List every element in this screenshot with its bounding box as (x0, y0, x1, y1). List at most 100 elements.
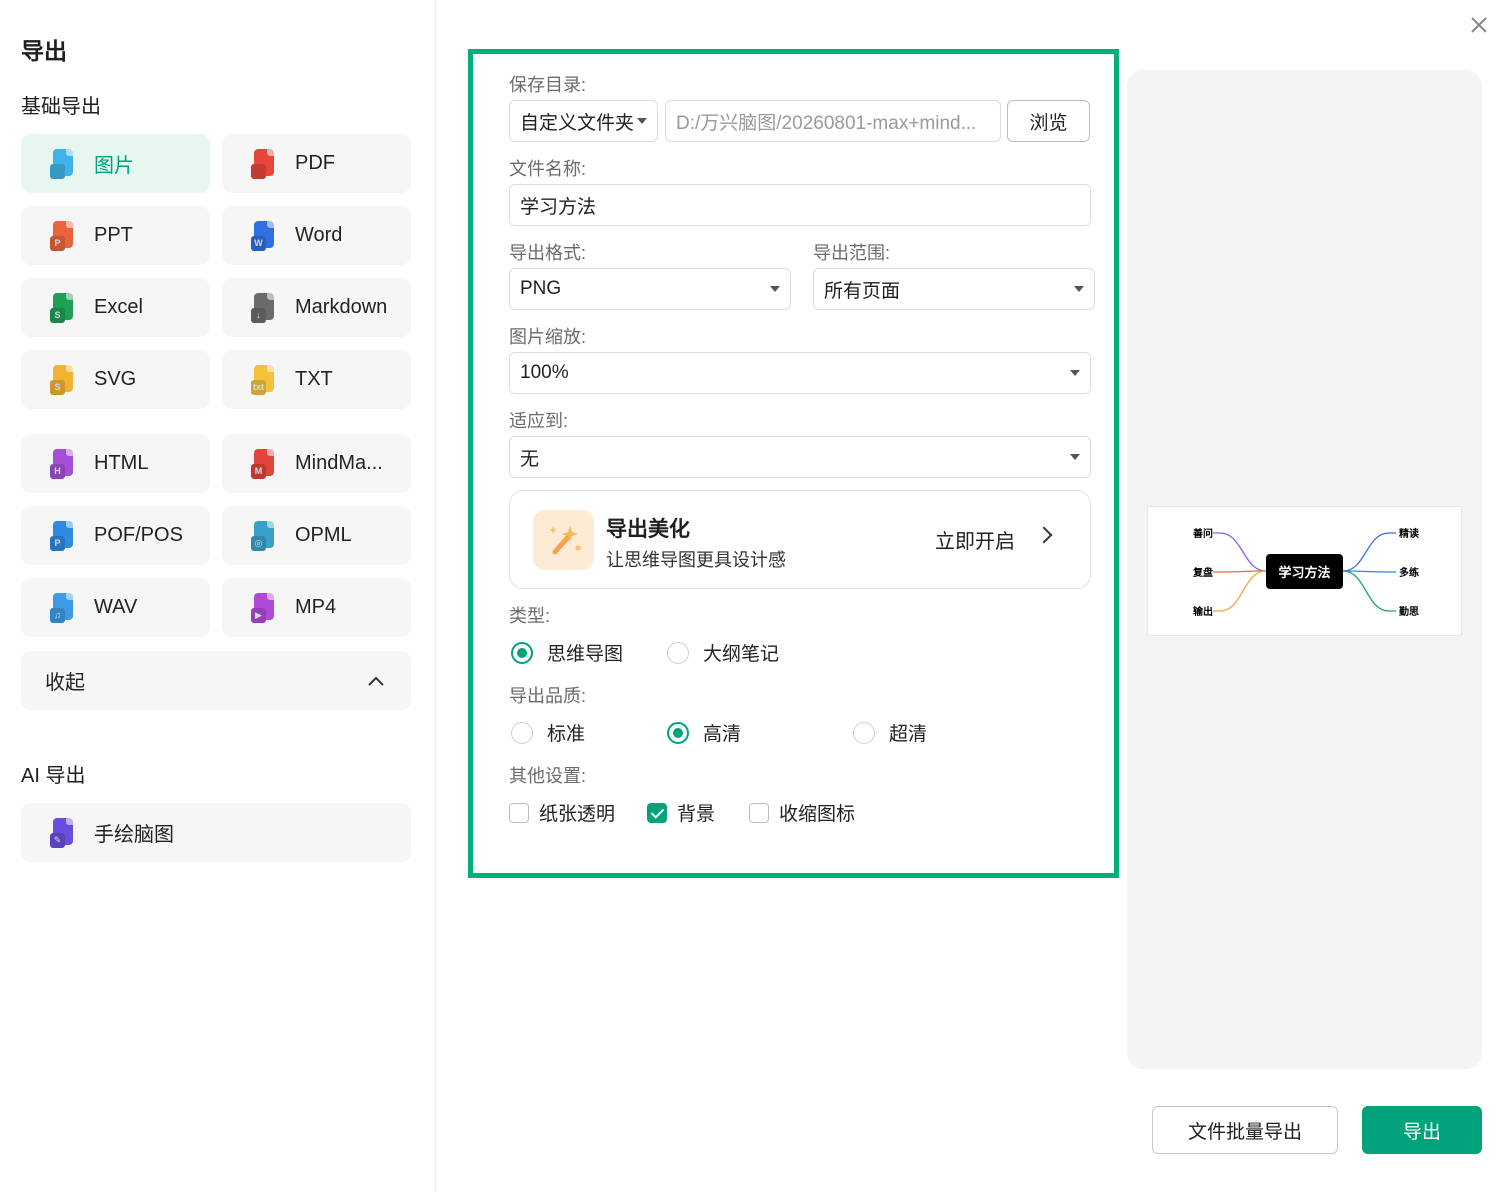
scale-select[interactable]: 100% (509, 352, 1091, 394)
radio-indicator (853, 721, 875, 744)
filename-value: 学习方法 (520, 196, 597, 218)
radio-label: 超清 (889, 724, 928, 745)
wav-file-icon: ♫ (50, 592, 76, 623)
radio-indicator (667, 641, 689, 664)
format-option-图片[interactable]: 图片 (21, 134, 210, 193)
preview-right-node: 勤思 (1399, 605, 1419, 618)
format-option-opml[interactable]: ◎ OPML (222, 506, 411, 565)
hand-drawn-mindmap-icon: ✎ (50, 817, 76, 848)
other-settings-label: 其他设置: (509, 766, 587, 786)
preview-left-node: 复盘 (1192, 566, 1213, 579)
format-value: PNG (520, 278, 562, 299)
filename-input[interactable]: 学习方法 (509, 184, 1091, 226)
checkbox-indicator (749, 802, 769, 823)
chevron-up-icon (368, 676, 384, 686)
format-option-word[interactable]: W Word (222, 206, 411, 265)
markdown-file-icon: ↓ (251, 292, 277, 323)
preview-left-node: 善问 (1193, 527, 1213, 540)
pdf-file-icon (251, 148, 277, 179)
beautify-subtitle: 让思维导图更具设计感 (606, 550, 786, 570)
svg-file-icon: S (50, 364, 76, 395)
format-option-label: Word (295, 224, 343, 246)
range-label: 导出范围: (813, 243, 891, 263)
beautify-enable-link[interactable]: 立即开启 (935, 525, 1015, 554)
radio-label: 标准 (547, 724, 586, 745)
collapse-button[interactable]: 收起 (21, 651, 411, 710)
close-icon[interactable] (1466, 12, 1492, 38)
preview-branch-right (1342, 570, 1396, 612)
format-option-mindma-[interactable]: M MindMa... (222, 434, 411, 493)
format-option-markdown[interactable]: ↓ Markdown (222, 278, 411, 337)
preview-right-node: 多练 (1399, 566, 1419, 579)
format-option-pof-pos[interactable]: P POF/POS (21, 506, 210, 565)
checkbox-indicator (647, 802, 667, 823)
format-option-svg[interactable]: S SVG (21, 350, 210, 409)
radio-indicator (511, 721, 533, 744)
chevron-right-icon (1035, 526, 1053, 544)
type-radio-1[interactable]: 大纲笔记 (667, 639, 779, 666)
format-option-label: 图片 (94, 155, 134, 177)
format-option-excel[interactable]: S Excel (21, 278, 210, 337)
format-option-label: WAV (94, 596, 138, 618)
filename-label: 文件名称: (509, 159, 587, 179)
other-setting-checkbox-0[interactable]: 纸张透明 (509, 799, 615, 826)
dropdown-caret-icon (770, 286, 780, 292)
format-option-手绘脑图[interactable]: ✎ 手绘脑图 (21, 803, 411, 862)
format-select[interactable]: PNG (509, 268, 791, 310)
image-file-icon (50, 148, 76, 179)
other-setting-checkbox-2[interactable]: 收缩图标 (749, 799, 855, 826)
save-path-input[interactable]: D:/万兴脑图/20260801-max+mind... (665, 100, 1001, 142)
format-option-label: MP4 (295, 596, 337, 618)
format-option-wav[interactable]: ♫ WAV (21, 578, 210, 637)
format-option-label: PDF (295, 152, 335, 174)
scale-value: 100% (520, 362, 569, 383)
fit-select[interactable]: 无 (509, 436, 1091, 478)
quality-radio-1[interactable]: 高清 (667, 719, 741, 746)
other-setting-checkbox-1[interactable]: 背景 (647, 799, 715, 826)
format-option-label: SVG (94, 368, 137, 390)
fit-label: 适应到: (509, 411, 569, 431)
format-option-txt[interactable]: txt TXT (222, 350, 411, 409)
html-file-icon: H (50, 448, 76, 479)
quality-radio-2[interactable]: 超清 (853, 719, 927, 746)
opml-file-icon: ◎ (251, 520, 277, 551)
format-option-ppt[interactable]: P PPT (21, 206, 210, 265)
checkbox-label: 收缩图标 (779, 804, 856, 825)
radio-indicator (667, 721, 689, 744)
preview-branch-right (1342, 570, 1396, 573)
format-option-mp4[interactable]: ▶ MP4 (222, 578, 411, 637)
format-option-label: 手绘脑图 (94, 824, 174, 846)
radio-indicator (511, 641, 533, 664)
radio-label: 高清 (703, 724, 742, 745)
quality-label: 导出品质: (509, 686, 587, 706)
range-select[interactable]: 所有页面 (813, 268, 1095, 310)
range-value: 所有页面 (824, 280, 901, 302)
radio-label: 大纲笔记 (703, 644, 780, 665)
mindmanager-file-icon: M (251, 448, 277, 479)
format-option-html[interactable]: H HTML (21, 434, 210, 493)
format-label: 导出格式: (509, 243, 587, 263)
format-option-label: HTML (94, 452, 149, 474)
export-beautify-card[interactable]: 导出美化 让思维导图更具设计感 立即开启 (509, 490, 1091, 589)
browse-button[interactable]: 浏览 (1007, 100, 1090, 142)
magic-wand-icon (533, 510, 594, 570)
folder-mode-select[interactable]: 自定义文件夹 (509, 100, 658, 142)
type-radio-0[interactable]: 思维导图 (511, 639, 623, 666)
format-option-pdf[interactable]: PDF (222, 134, 411, 193)
format-option-label: POF/POS (94, 524, 183, 546)
mp4-file-icon: ▶ (251, 592, 277, 623)
word-file-icon: W (251, 220, 277, 251)
batch-export-button[interactable]: 文件批量导出 (1152, 1106, 1338, 1154)
ai-export-heading: AI 导出 (21, 765, 86, 787)
save-dir-label: 保存目录: (509, 75, 587, 95)
quality-radio-0[interactable]: 标准 (511, 719, 585, 746)
collapse-label: 收起 (45, 672, 85, 694)
excel-file-icon: S (50, 292, 76, 323)
fit-value: 无 (520, 448, 540, 470)
radio-label: 思维导图 (547, 644, 624, 665)
beautify-title: 导出美化 (606, 518, 690, 541)
preview-center-label: 学习方法 (1278, 565, 1330, 581)
export-button[interactable]: 导出 (1362, 1106, 1482, 1154)
preview-branch-left (1213, 532, 1267, 572)
type-label: 类型: (509, 606, 551, 626)
